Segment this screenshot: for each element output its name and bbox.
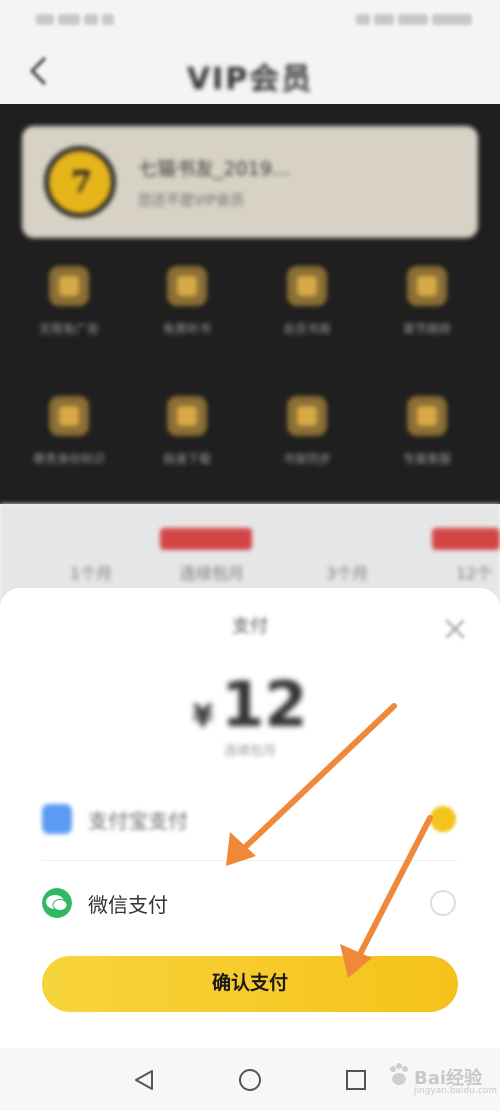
plan-badge [432, 528, 500, 550]
header: VIP会员 [0, 38, 500, 104]
benefit-item[interactable]: 尊贵身份标识 [14, 396, 124, 468]
nav-recents-icon[interactable] [344, 1068, 368, 1092]
benefit-item[interactable]: 专属客服 [372, 396, 482, 468]
wechat-icon [42, 888, 72, 918]
radio-alipay[interactable] [430, 806, 456, 832]
status-right-icons [302, 10, 472, 25]
benefit-icon [407, 266, 447, 306]
benefit-label: 会员书库 [282, 322, 331, 336]
divider [42, 860, 458, 861]
benefit-label: 书架同步 [282, 452, 331, 466]
watermark: Bai经验 jingyan.baidu.com [386, 1058, 497, 1102]
benefit-item[interactable]: 章节跳转 [372, 266, 482, 338]
avatar-logo-icon: 7 [71, 165, 92, 200]
avatar: 7 [44, 146, 116, 218]
benefit-icon [287, 266, 327, 306]
benefit-label: 无限免广告 [38, 322, 99, 336]
radio-wechat[interactable] [430, 890, 456, 916]
benefit-item[interactable]: 极速下载 [132, 396, 242, 468]
confirm-payment-button[interactable]: 确认支付 [42, 956, 458, 1012]
benefit-item[interactable]: 会员书库 [252, 266, 362, 338]
benefit-item[interactable]: 书架同步 [252, 396, 362, 468]
benefit-item[interactable]: 免费听书 [132, 266, 242, 338]
payment-label: 支付宝支付 [88, 809, 188, 833]
system-nav-bar: Bai经验 jingyan.baidu.com [0, 1048, 500, 1111]
status-bar [0, 0, 500, 38]
benefit-item[interactable]: 无限免广告 [14, 266, 124, 338]
nav-back-icon[interactable] [132, 1068, 156, 1092]
vip-zone: 7 七猫书友_2019... 您还不是VIP会员 无限免广告 免费听书 会员书库… [0, 104, 500, 504]
status-left-icons [36, 10, 136, 25]
member-card[interactable]: 7 七猫书友_2019... 您还不是VIP会员 [22, 126, 478, 238]
benefit-label: 章节跳转 [402, 322, 451, 336]
benefit-label: 免费听书 [162, 322, 211, 336]
currency-symbol: ¥ [192, 699, 214, 734]
payment-option-alipay[interactable]: 支付宝支付 [0, 786, 500, 850]
benefit-icon [167, 396, 207, 436]
price-note: 连续包月 [223, 744, 276, 759]
close-icon[interactable] [444, 618, 466, 640]
benefit-icon [49, 266, 89, 306]
plan-option[interactable]: 连续包月 [180, 560, 244, 584]
baidu-paw-icon [390, 1063, 408, 1085]
benefit-icon [49, 396, 89, 436]
plan-option[interactable]: 1个月 [70, 560, 112, 584]
nav-home-icon[interactable] [238, 1068, 262, 1092]
benefit-icon [287, 396, 327, 436]
page-title: VIP会员 [186, 62, 314, 97]
plan-option[interactable]: 3个月 [326, 560, 368, 584]
payment-option-wechat[interactable]: 微信支付 [0, 870, 500, 934]
benefit-icon [407, 396, 447, 436]
benefit-grid: 无限免广告 免费听书 会员书库 章节跳转 尊贵身份标识 极速下载 书架同步 专属… [0, 254, 500, 494]
benefit-label: 专属客服 [402, 452, 451, 466]
watermark-url: jingyan.baidu.com [414, 1086, 498, 1096]
payment-label: 微信支付 [88, 893, 168, 917]
price-amount: 12 [221, 668, 308, 741]
sheet-title: 支付 [232, 616, 268, 637]
benefit-label: 尊贵身份标识 [32, 452, 105, 466]
alipay-icon [42, 804, 72, 834]
payment-sheet: 支付 ¥12 连续包月 支付宝支付 微信支付 确认支付 [0, 588, 500, 1048]
benefit-icon [167, 266, 207, 306]
price-display: ¥12 [0, 668, 500, 741]
member-status: 您还不是VIP会员 [138, 193, 245, 209]
plan-badge [160, 528, 252, 550]
benefit-label: 极速下载 [162, 452, 211, 466]
member-name: 七猫书友_2019... [138, 158, 290, 180]
